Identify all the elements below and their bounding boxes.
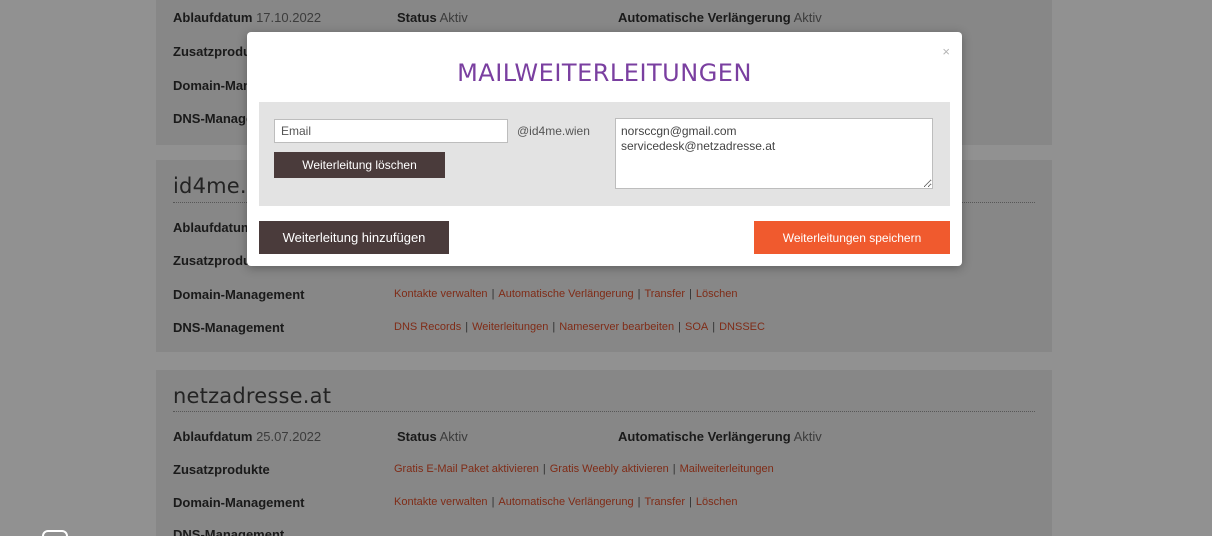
close-icon[interactable]: × <box>942 44 950 59</box>
forwarding-form-panel: @id4me.wien Weiterleitung löschen norscc… <box>259 102 950 206</box>
delete-forwarding-button[interactable]: Weiterleitung löschen <box>274 152 445 178</box>
email-field[interactable] <box>274 119 508 143</box>
mail-forwarding-dialog: × MAILWEITERLEITUNGEN @id4me.wien Weiter… <box>247 32 962 266</box>
chat-widget-icon[interactable] <box>42 530 68 536</box>
dialog-title: MAILWEITERLEITUNGEN <box>457 59 752 87</box>
domain-suffix: @id4me.wien <box>517 124 590 138</box>
forwarding-targets-textarea[interactable]: norsccgn@gmail.com servicedesk@netzadres… <box>615 118 933 189</box>
save-forwardings-button[interactable]: Weiterleitungen speichern <box>754 221 950 254</box>
add-forwarding-button[interactable]: Weiterleitung hinzufügen <box>259 221 449 254</box>
